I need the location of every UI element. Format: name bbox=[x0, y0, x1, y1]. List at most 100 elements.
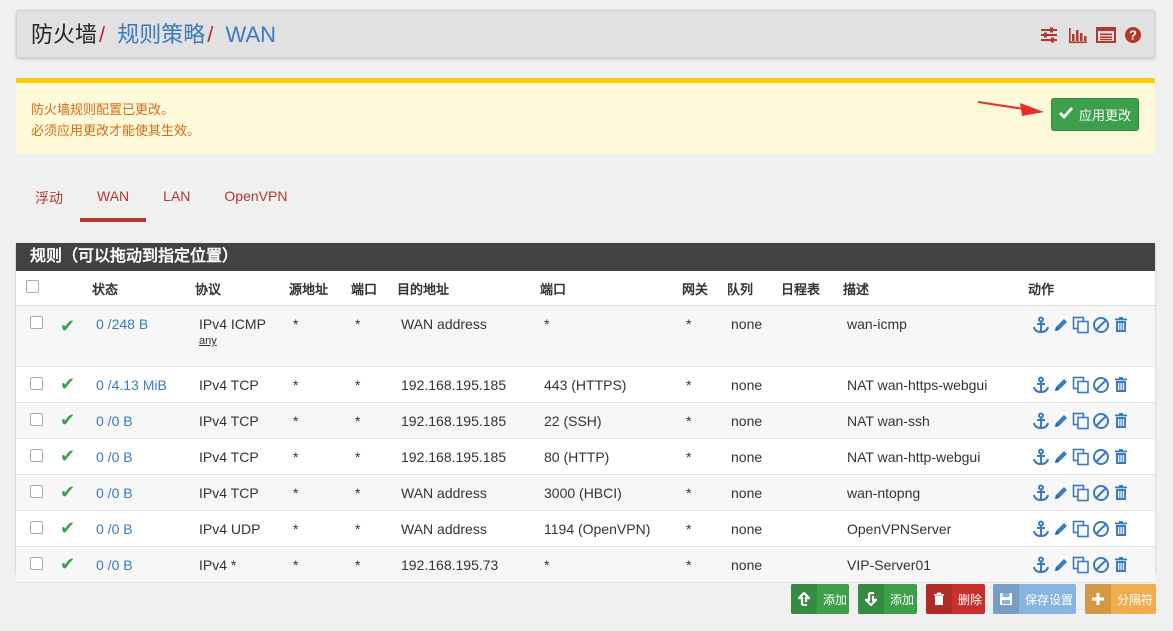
enabled-check-icon[interactable]: ✔ bbox=[60, 316, 75, 336]
table-row[interactable]: ✔ 0 /0 B IPv4 UDP * * WAN address 1194 (OpenVP… bbox=[16, 510, 1155, 547]
edit-icon[interactable] bbox=[1052, 484, 1070, 502]
tab-lan[interactable]: LAN bbox=[146, 176, 207, 222]
breadcrumb-current[interactable]: WAN bbox=[226, 22, 277, 47]
copy-icon[interactable] bbox=[1072, 556, 1090, 574]
annotation-arrow bbox=[978, 101, 1044, 116]
copy-icon[interactable] bbox=[1072, 376, 1090, 394]
rules-table: 状态 协议 源地址 端口 目的地址 端口 网关 队列 日程表 描述 动作 ✔ 0 … bbox=[16, 271, 1155, 583]
enabled-check-icon[interactable]: ✔ bbox=[60, 482, 75, 502]
list-icon[interactable] bbox=[1096, 26, 1116, 44]
copy-icon[interactable] bbox=[1072, 448, 1090, 466]
protocol: IPv4 TCP bbox=[199, 412, 259, 429]
dest-port-cell: 3000 (HBCI) bbox=[540, 474, 682, 511]
copy-icon[interactable] bbox=[1072, 412, 1090, 430]
disable-icon[interactable] bbox=[1092, 556, 1110, 574]
disable-icon[interactable] bbox=[1092, 376, 1110, 394]
disable-icon[interactable] bbox=[1092, 520, 1110, 538]
description-cell: wan-ntopng bbox=[843, 474, 1028, 511]
col-gateway[interactable]: 网关 bbox=[682, 271, 727, 306]
anchor-icon[interactable] bbox=[1032, 448, 1050, 466]
row-actions bbox=[1032, 316, 1155, 334]
row-checkbox[interactable] bbox=[30, 316, 43, 329]
anchor-icon[interactable] bbox=[1032, 316, 1050, 334]
trash-icon[interactable] bbox=[1112, 376, 1130, 394]
separator-button[interactable]: 分隔符 bbox=[1085, 584, 1156, 614]
enabled-check-icon[interactable]: ✔ bbox=[60, 374, 75, 394]
disable-icon[interactable] bbox=[1092, 448, 1110, 466]
edit-icon[interactable] bbox=[1052, 316, 1070, 334]
add-top-button[interactable]: 添加 bbox=[791, 584, 849, 614]
states-link[interactable]: 0 /0 B bbox=[96, 449, 133, 465]
edit-icon[interactable] bbox=[1052, 448, 1070, 466]
edit-icon[interactable] bbox=[1052, 376, 1070, 394]
states-link[interactable]: 0 /0 B bbox=[96, 413, 133, 429]
trash-icon[interactable] bbox=[1112, 316, 1130, 334]
states-link[interactable]: 0 /248 B bbox=[96, 316, 148, 332]
tab-floating[interactable]: 浮动 bbox=[18, 176, 80, 222]
states-link[interactable]: 0 /0 B bbox=[96, 557, 133, 573]
disable-icon[interactable] bbox=[1092, 412, 1110, 430]
col-schedule[interactable]: 日程表 bbox=[781, 271, 843, 306]
table-row[interactable]: ✔ 0 /0 B IPv4 TCP * * 192.168.195.185 80 (HTTP… bbox=[16, 438, 1155, 475]
protocol-sub[interactable]: any bbox=[199, 335, 289, 347]
col-description[interactable]: 描述 bbox=[843, 271, 1028, 306]
apply-changes-button[interactable]: 应用更改 bbox=[1051, 98, 1139, 131]
edit-icon[interactable] bbox=[1052, 556, 1070, 574]
states-link[interactable]: 0 /0 B bbox=[96, 521, 133, 537]
trash-icon[interactable] bbox=[1112, 556, 1130, 574]
col-dest-port[interactable]: 端口 bbox=[540, 271, 682, 306]
row-checkbox[interactable] bbox=[30, 520, 43, 534]
queue-cell: none bbox=[727, 510, 781, 547]
row-checkbox[interactable] bbox=[30, 412, 43, 426]
states-link[interactable]: 0 /0 B bbox=[96, 485, 133, 501]
copy-icon[interactable] bbox=[1072, 520, 1090, 538]
anchor-icon[interactable] bbox=[1032, 412, 1050, 430]
row-checkbox[interactable] bbox=[30, 484, 43, 498]
edit-icon[interactable] bbox=[1052, 412, 1070, 430]
save-button[interactable]: 保存设置 bbox=[993, 584, 1076, 614]
description-cell: OpenVPNServer bbox=[843, 510, 1028, 547]
states-link[interactable]: 0 /4.13 MiB bbox=[96, 377, 167, 393]
col-states[interactable]: 状态 bbox=[92, 271, 195, 306]
add-bottom-button[interactable]: 添加 bbox=[858, 584, 917, 614]
col-protocol[interactable]: 协议 bbox=[195, 271, 289, 306]
trash-icon[interactable] bbox=[1112, 412, 1130, 430]
tab-wan[interactable]: WAN bbox=[80, 176, 147, 222]
table-row[interactable]: ✔ 0 /0 B IPv4 TCP * * 192.168.195.185 22 (SSH)… bbox=[16, 402, 1155, 439]
enabled-check-icon[interactable]: ✔ bbox=[60, 446, 75, 466]
copy-icon[interactable] bbox=[1072, 484, 1090, 502]
help-icon[interactable]: ? bbox=[1124, 26, 1142, 44]
table-row[interactable]: ✔ 0 /248 B IPv4 ICMP any * * WAN address * * none… bbox=[16, 305, 1155, 367]
enabled-check-icon[interactable]: ✔ bbox=[60, 410, 75, 430]
delete-button[interactable]: 删除 bbox=[926, 584, 985, 614]
anchor-icon[interactable] bbox=[1032, 556, 1050, 574]
breadcrumb-rules-link[interactable]: 规则策略 bbox=[117, 22, 205, 47]
edit-icon[interactable] bbox=[1052, 520, 1070, 538]
table-row[interactable]: ✔ 0 /0 B IPv4 * * * 192.168.195.73 * * none VIP-S… bbox=[16, 546, 1155, 583]
row-checkbox[interactable] bbox=[30, 376, 43, 390]
anchor-icon[interactable] bbox=[1032, 484, 1050, 502]
disable-icon[interactable] bbox=[1092, 484, 1110, 502]
copy-icon[interactable] bbox=[1072, 316, 1090, 334]
anchor-icon[interactable] bbox=[1032, 520, 1050, 538]
sliders-icon[interactable] bbox=[1040, 26, 1058, 44]
trash-icon[interactable] bbox=[1112, 484, 1130, 502]
anchor-icon[interactable] bbox=[1032, 376, 1050, 394]
bar-chart-icon[interactable] bbox=[1068, 26, 1087, 44]
row-checkbox[interactable] bbox=[30, 556, 43, 570]
enabled-check-icon[interactable]: ✔ bbox=[60, 518, 75, 538]
select-all-checkbox[interactable] bbox=[26, 280, 39, 293]
disable-icon[interactable] bbox=[1092, 316, 1110, 334]
col-source-port[interactable]: 端口 bbox=[351, 271, 397, 306]
table-row[interactable]: ✔ 0 /0 B IPv4 TCP * * WAN address 3000 (HBCI) *… bbox=[16, 474, 1155, 511]
table-row[interactable]: ✔ 0 /4.13 MiB IPv4 TCP * * 192.168.195.185 443… bbox=[16, 366, 1155, 403]
trash-icon[interactable] bbox=[1112, 448, 1130, 466]
col-source[interactable]: 源地址 bbox=[289, 271, 351, 306]
tab-openvpn[interactable]: OpenVPN bbox=[207, 176, 304, 222]
row-actions bbox=[1032, 556, 1155, 574]
col-queue[interactable]: 队列 bbox=[727, 271, 781, 306]
enabled-check-icon[interactable]: ✔ bbox=[60, 554, 75, 574]
row-checkbox[interactable] bbox=[30, 448, 43, 462]
col-destination[interactable]: 目的地址 bbox=[397, 271, 540, 306]
trash-icon[interactable] bbox=[1112, 520, 1130, 538]
